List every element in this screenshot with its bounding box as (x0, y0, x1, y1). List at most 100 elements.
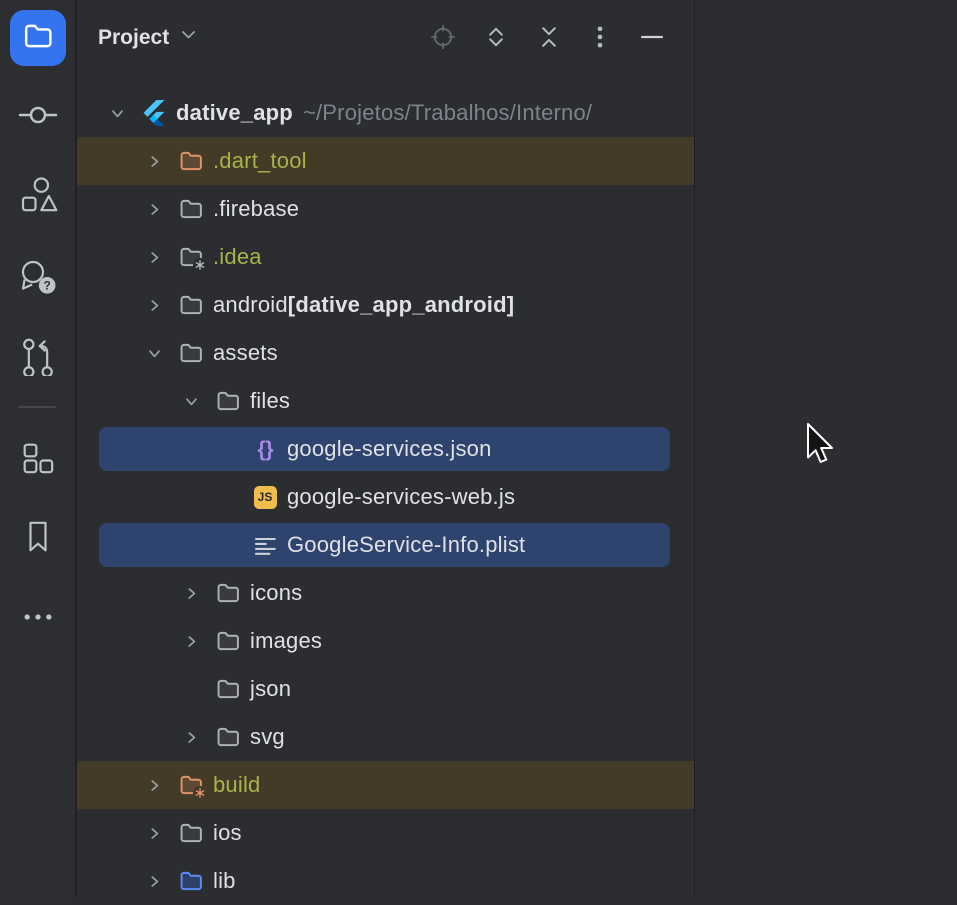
folder-icon (179, 197, 203, 221)
flutter-icon (142, 101, 166, 125)
chevron-spacer (178, 676, 204, 702)
activity-bar-item-components[interactable] (16, 438, 60, 482)
chevron-right-icon[interactable] (141, 244, 167, 270)
folder-icon (179, 245, 203, 269)
project-tool-window: Project dative_app ~/Projetos/Trabalhos/I… (77, 0, 695, 897)
tree-row-json[interactable]: json (77, 665, 694, 713)
activity-bar-item-commit[interactable] (16, 95, 60, 139)
locate-file-button[interactable] (429, 25, 457, 53)
expand-icon (482, 23, 510, 56)
label-part: .firebase (213, 196, 299, 222)
label-part: ios (213, 820, 242, 846)
activity-bar-item-ai-assistant[interactable]: ? (16, 257, 60, 301)
pull-request-icon (18, 336, 58, 381)
label-part: icons (250, 580, 302, 606)
tree-row-label: .dart_tool (213, 148, 307, 174)
activity-bar: ? (0, 0, 77, 897)
json-icon: { } (253, 437, 277, 461)
folder-icon (179, 821, 203, 845)
kebab-icon (586, 23, 614, 56)
label-part: google-services-web.js (287, 484, 515, 510)
tree-row-svg[interactable]: svg (77, 713, 694, 761)
collapse-icon (535, 23, 563, 56)
excluded-asterisk-badge (193, 786, 207, 800)
tree-row-label: android [dative_app_android] (213, 292, 514, 318)
tree-row-ios[interactable]: ios (77, 809, 694, 857)
chevron-down-icon[interactable] (141, 340, 167, 366)
tree-row-images[interactable]: images (77, 617, 694, 665)
tree-row-label: images (250, 628, 322, 654)
label-part: .dart_tool (213, 148, 307, 174)
folder-icon (179, 341, 203, 365)
chevron-right-icon[interactable] (141, 772, 167, 798)
tree-row-build[interactable]: build (77, 761, 694, 809)
activity-bar-item-bookmarks[interactable] (16, 517, 60, 561)
more-options-button[interactable] (586, 25, 614, 53)
tree-row-google-services-json[interactable]: { } google-services.json (77, 425, 694, 473)
tree-row-idea[interactable]: .idea (77, 233, 694, 281)
tree-row-label: build (213, 772, 260, 798)
tree-row-firebase[interactable]: .firebase (77, 185, 694, 233)
tree-row-files[interactable]: files (77, 377, 694, 425)
chevron-right-icon[interactable] (141, 292, 167, 318)
chat-question-icon: ? (18, 257, 58, 302)
chevron-right-icon[interactable] (141, 820, 167, 846)
components-icon (18, 438, 58, 483)
tree-row-label: .firebase (213, 196, 299, 222)
excluded-asterisk-badge (193, 258, 207, 272)
label-part: GoogleService-Info.plist (287, 532, 525, 558)
project-view-selector[interactable]: Project (98, 25, 198, 50)
collapse-all-button[interactable] (535, 25, 563, 53)
activity-bar-item-project[interactable] (10, 10, 66, 66)
label-part: android (213, 292, 288, 318)
folder-icon (216, 581, 240, 605)
chevron-right-icon[interactable] (141, 868, 167, 894)
hide-panel-button[interactable] (638, 25, 666, 53)
tree-row-label: .idea (213, 244, 262, 270)
tree-row-label: dative_app ~/Projetos/Trabalhos/Interno/ (176, 100, 592, 126)
chevron-right-icon[interactable] (178, 724, 204, 750)
chevron-spacer (215, 532, 241, 558)
tree-row-googleservice-info-plist[interactable]: GoogleService-Info.plist (77, 521, 694, 569)
tree-row-label: ios (213, 820, 242, 846)
label-part: dative_app (176, 100, 293, 126)
folder-tool-icon (23, 21, 53, 56)
tree-row-lib[interactable]: lib (77, 857, 694, 905)
chevron-right-icon[interactable] (178, 580, 204, 606)
chevron-right-icon[interactable] (178, 628, 204, 654)
svg-text:?: ? (43, 279, 50, 292)
label-part: ~/Projetos/Trabalhos/Interno/ (303, 100, 592, 126)
chevron-down-icon[interactable] (104, 100, 130, 126)
tree-row-label: icons (250, 580, 302, 606)
activity-bar-item-structure[interactable] (16, 176, 60, 220)
project-panel-header: Project (77, 0, 694, 80)
expand-all-button[interactable] (482, 25, 510, 53)
chevron-spacer (215, 484, 241, 510)
tree-row-dart_tool[interactable]: .dart_tool (77, 137, 694, 185)
activity-bar-item-pull-requests[interactable] (16, 336, 60, 380)
tree-row-android[interactable]: android [dative_app_android] (77, 281, 694, 329)
plist-icon (253, 533, 277, 557)
project-file-tree: dative_app ~/Projetos/Trabalhos/Interno/.… (77, 89, 694, 905)
tree-row-google-services-web-js[interactable]: JSgoogle-services-web.js (77, 473, 694, 521)
label-part: google-services.json (287, 436, 492, 462)
tree-row-dative_app[interactable]: dative_app ~/Projetos/Trabalhos/Interno/ (77, 89, 694, 137)
chevron-right-icon[interactable] (141, 148, 167, 174)
label-part: build (213, 772, 260, 798)
label-part: svg (250, 724, 285, 750)
tree-row-assets[interactable]: assets (77, 329, 694, 377)
label-part: .idea (213, 244, 262, 270)
tree-row-label: assets (213, 340, 278, 366)
folder-icon (179, 293, 203, 317)
tree-row-label: json (250, 676, 291, 702)
activity-bar-item-more-tool-windows[interactable] (16, 597, 60, 641)
folder-orange-icon (179, 149, 203, 173)
chevron-right-icon[interactable] (141, 196, 167, 222)
chevron-down-icon[interactable] (178, 388, 204, 414)
structure-icon (18, 176, 58, 221)
tree-row-icons[interactable]: icons (77, 569, 694, 617)
chevron-down-icon (179, 25, 198, 50)
editor-empty-area (695, 0, 957, 897)
target-icon (429, 23, 457, 56)
bookmark-icon (18, 517, 58, 562)
